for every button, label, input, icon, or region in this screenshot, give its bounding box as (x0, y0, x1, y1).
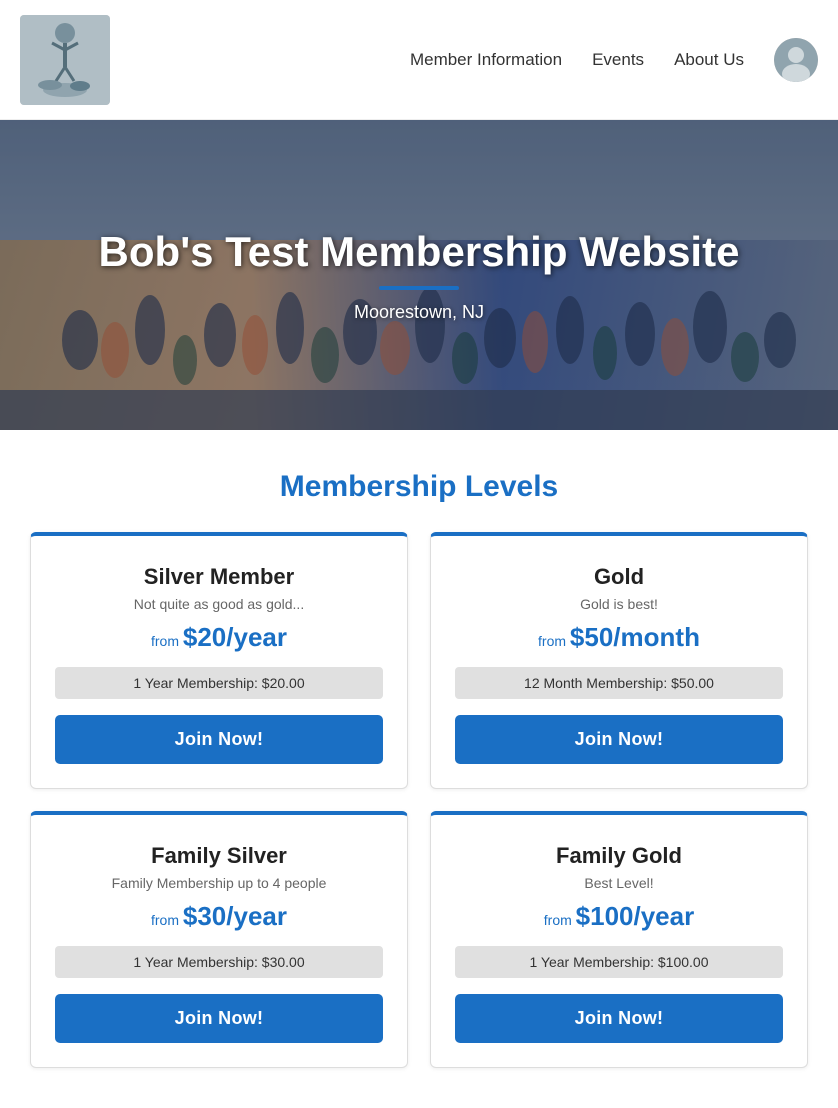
card-family-silver-price-amount: $30/year (183, 901, 287, 931)
card-family-gold-title: Family Gold (556, 843, 682, 869)
card-silver-desc: Not quite as good as gold... (134, 596, 304, 612)
card-gold-price-amount: $50/month (570, 622, 700, 652)
card-family-gold-desc: Best Level! (584, 875, 653, 891)
card-family-gold-option: 1 Year Membership: $100.00 (455, 946, 783, 978)
card-family-gold-price-from: from (544, 912, 572, 928)
card-silver-title: Silver Member (144, 564, 294, 590)
membership-levels-title: Membership Levels (30, 470, 808, 504)
card-family-gold-price: from $100/year (544, 901, 694, 932)
card-silver-price-amount: $20/year (183, 622, 287, 652)
hero-subtitle: Moorestown, NJ (99, 302, 740, 323)
card-family-silver-price-from: from (151, 912, 179, 928)
card-family-silver-title: Family Silver (151, 843, 287, 869)
card-silver-option: 1 Year Membership: $20.00 (55, 667, 383, 699)
card-family-silver-option: 1 Year Membership: $30.00 (55, 946, 383, 978)
card-family-gold-price-amount: $100/year (576, 901, 695, 931)
site-header: Member Information Events About Us (0, 0, 838, 120)
card-family-silver-price: from $30/year (151, 901, 287, 932)
nav-member-information[interactable]: Member Information (410, 50, 562, 70)
card-silver-price-from: from (151, 633, 179, 649)
main-content: Membership Levels Silver Member Not quit… (0, 430, 838, 1108)
card-gold-desc: Gold is best! (580, 596, 658, 612)
card-gold-title: Gold (594, 564, 644, 590)
card-family-silver: Family Silver Family Membership up to 4 … (30, 811, 408, 1068)
user-avatar[interactable] (774, 38, 818, 82)
card-family-gold: Family Gold Best Level! from $100/year 1… (430, 811, 808, 1068)
hero-divider (379, 286, 459, 290)
hero-title: Bob's Test Membership Website (99, 228, 740, 276)
hero-content: Bob's Test Membership Website Moorestown… (99, 228, 740, 323)
card-family-silver-join-button[interactable]: Join Now! (55, 994, 383, 1043)
site-logo[interactable] (20, 15, 110, 105)
card-silver-price: from $20/year (151, 622, 287, 653)
card-gold: Gold Gold is best! from $50/month 12 Mon… (430, 532, 808, 789)
card-gold-price: from $50/month (538, 622, 700, 653)
membership-grid: Silver Member Not quite as good as gold.… (30, 532, 808, 1068)
card-family-gold-join-button[interactable]: Join Now! (455, 994, 783, 1043)
nav-about-us[interactable]: About Us (674, 50, 744, 70)
card-gold-price-from: from (538, 633, 566, 649)
card-silver-join-button[interactable]: Join Now! (55, 715, 383, 764)
hero-section: Bob's Test Membership Website Moorestown… (0, 120, 838, 430)
card-gold-option: 12 Month Membership: $50.00 (455, 667, 783, 699)
card-silver-member: Silver Member Not quite as good as gold.… (30, 532, 408, 789)
card-family-silver-desc: Family Membership up to 4 people (112, 875, 327, 891)
nav-events[interactable]: Events (592, 50, 644, 70)
card-gold-join-button[interactable]: Join Now! (455, 715, 783, 764)
main-nav: Member Information Events About Us (410, 38, 818, 82)
